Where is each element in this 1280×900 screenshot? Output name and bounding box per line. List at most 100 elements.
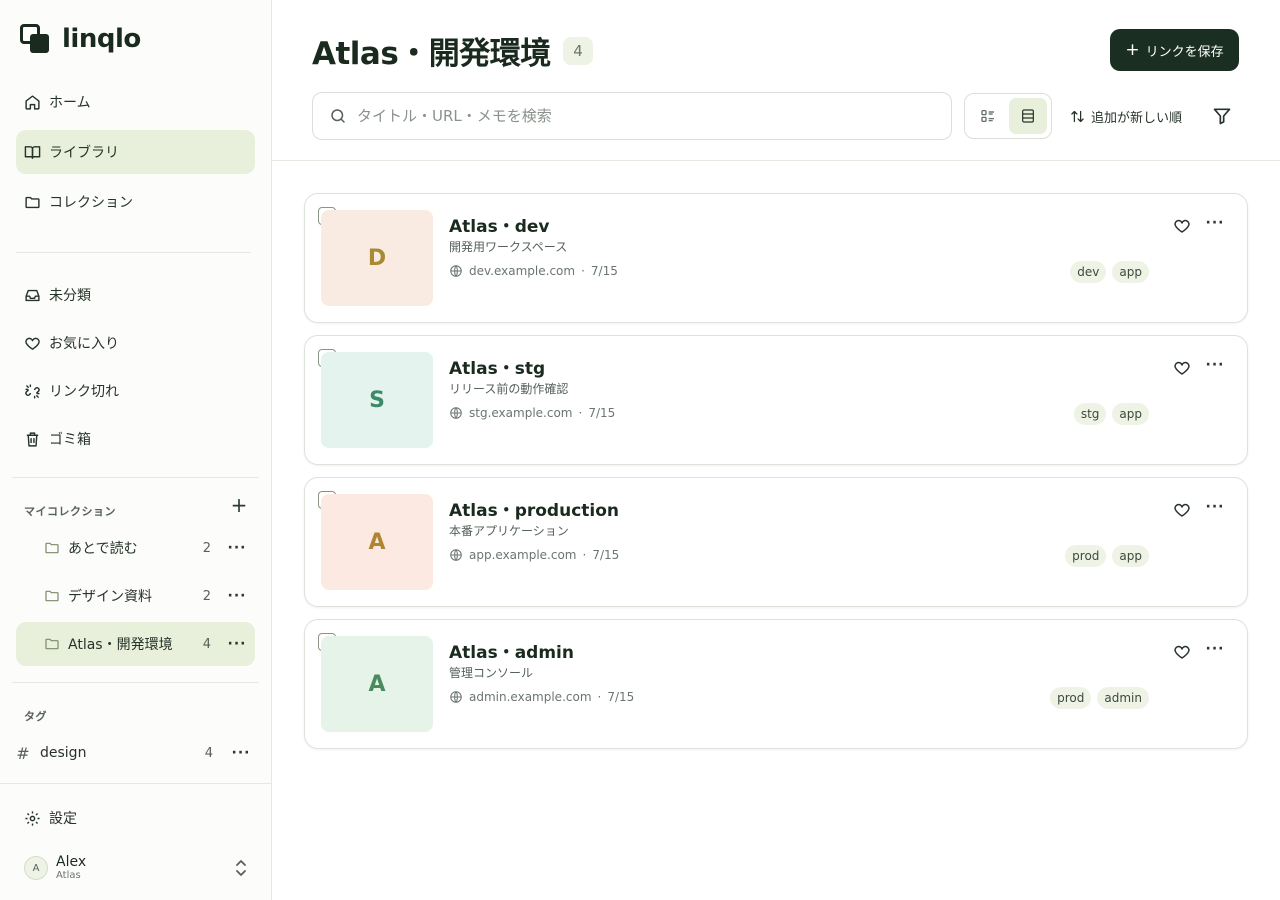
sidebar-item-label: ゴミ箱 [49, 432, 91, 448]
app-logo[interactable]: linqlo [20, 24, 141, 54]
plus-icon: + [1125, 40, 1140, 60]
home-icon [25, 94, 40, 110]
more-icon[interactable]: ··· [1205, 500, 1225, 520]
link-date: 7/15 [590, 264, 618, 278]
tag-chip[interactable]: app [1112, 545, 1149, 567]
sidebar-item-settings[interactable]: 設定 [16, 796, 255, 840]
link-thumbnail: D [321, 210, 433, 306]
tag-item[interactable]: # design 4 ··· [16, 733, 259, 773]
hash-icon: # [16, 743, 30, 763]
tag-chip[interactable]: prod [1065, 545, 1107, 567]
sidebar-item-home[interactable]: ホーム [16, 80, 255, 124]
user-workspace: Atlas [56, 870, 81, 881]
user-name: Alex [56, 854, 87, 870]
sidebar-item-broken-links[interactable]: リンク切れ [16, 369, 255, 413]
link-title[interactable]: Atlas・stg [449, 354, 545, 379]
collection-label: デザイン資料 [68, 589, 152, 605]
more-icon[interactable]: ··· [1205, 358, 1225, 378]
header-divider [272, 160, 1280, 161]
filter-icon[interactable] [1212, 106, 1232, 126]
collection-item[interactable]: あとで読む 2 ··· [16, 526, 255, 570]
collection-more-button[interactable]: ··· [219, 636, 255, 652]
sort-icon [1071, 110, 1084, 122]
tag-chip[interactable]: stg [1073, 403, 1107, 425]
heart-icon[interactable] [1173, 501, 1191, 519]
collection-item[interactable]: デザイン資料 2 ··· [16, 574, 255, 618]
tag-chip[interactable]: dev [1070, 261, 1107, 283]
folder-icon [45, 638, 59, 650]
my-collections-label: マイコレクション [24, 505, 116, 518]
link-card[interactable]: A Atlas・admin 管理コンソール admin.example.com … [304, 619, 1248, 749]
sidebar-item-label: ホーム [49, 95, 91, 111]
collection-more-button[interactable]: ··· [219, 540, 255, 556]
globe-icon [450, 265, 462, 277]
search-icon [331, 109, 345, 123]
link-domain: stg.example.com [469, 406, 573, 420]
collection-more-button[interactable]: ··· [219, 588, 255, 604]
sidebar-item-label: リンク切れ [49, 384, 119, 400]
link-date: 7/15 [592, 548, 620, 562]
list-detail-icon [981, 110, 994, 122]
link-tags: stg app [1073, 403, 1149, 425]
list-view-button[interactable] [1009, 98, 1047, 134]
link-description: 開発用ワークスペース [449, 240, 568, 254]
heart-icon[interactable] [1173, 217, 1191, 235]
tag-more-button[interactable]: ··· [223, 745, 259, 761]
heart-icon[interactable] [1173, 359, 1191, 377]
chevron-updown-icon [236, 860, 246, 876]
logo-mark-icon [20, 24, 50, 54]
compact-view-button[interactable] [969, 98, 1007, 134]
link-thumbnail: A [321, 494, 433, 590]
folder-icon [25, 196, 40, 208]
inbox-icon [25, 289, 40, 301]
sidebar-item-favorites[interactable]: お気に入り [16, 321, 255, 365]
collection-label: Atlas・開発環境 [68, 637, 173, 653]
link-card[interactable]: S Atlas・stg リリース前の動作確認 stg.example.com ·… [304, 335, 1248, 465]
meta-separator: · [582, 548, 587, 562]
link-title[interactable]: Atlas・admin [449, 638, 574, 663]
link-meta: stg.example.com · 7/15 [449, 406, 615, 420]
page-title-text: Atlas・開発環境 [312, 36, 551, 72]
globe-icon [450, 691, 462, 703]
sidebar-item-label: コレクション [49, 195, 133, 211]
sort-button[interactable]: 追加が新しい順 [1070, 103, 1182, 129]
link-meta: dev.example.com · 7/15 [449, 264, 618, 278]
sidebar-divider [12, 682, 259, 683]
search-input[interactable] [357, 107, 951, 125]
save-link-button[interactable]: + リンクを保存 [1110, 29, 1239, 71]
link-description: リリース前の動作確認 [449, 382, 569, 396]
search-box [312, 92, 952, 140]
sidebar-item-trash[interactable]: ゴミ箱 [16, 417, 255, 461]
meta-separator: · [597, 690, 602, 704]
link-tags: prod app [1065, 545, 1149, 567]
tag-chip[interactable]: app [1112, 261, 1149, 283]
link-thumbnail: A [321, 636, 433, 732]
tag-chip[interactable]: admin [1097, 687, 1149, 709]
heart-icon [25, 337, 40, 350]
page-title: Atlas・開発環境 4 [312, 28, 593, 73]
sidebar-divider [16, 252, 251, 253]
link-count-badge: 4 [562, 36, 593, 65]
collection-item-active[interactable]: Atlas・開発環境 4 ··· [16, 622, 255, 666]
more-icon[interactable]: ··· [1205, 216, 1225, 236]
tag-chip[interactable]: prod [1050, 687, 1092, 709]
heart-icon[interactable] [1173, 643, 1191, 661]
more-icon[interactable]: ··· [1205, 642, 1225, 662]
meta-separator: · [581, 264, 585, 278]
sidebar-item-collections[interactable]: コレクション [16, 180, 255, 224]
link-title[interactable]: Atlas・production [449, 496, 619, 521]
rows-icon [1022, 109, 1034, 123]
link-card[interactable]: A Atlas・production 本番アプリケーション app.exampl… [304, 477, 1248, 607]
collection-count: 2 [202, 588, 211, 604]
collection-count: 2 [202, 540, 211, 556]
add-collection-button[interactable]: + [229, 495, 249, 516]
link-card[interactable]: D Atlas・dev 開発用ワークスペース dev.example.com ·… [304, 193, 1248, 323]
user-menu[interactable]: A Alex Atlas [24, 852, 254, 884]
link-title[interactable]: Atlas・dev [449, 212, 549, 237]
sidebar-item-label: 未分類 [49, 288, 91, 304]
app-name: linqlo [62, 24, 141, 54]
sidebar-item-uncategorized[interactable]: 未分類 [16, 273, 255, 317]
sidebar-item-label: お気に入り [49, 336, 119, 352]
tag-chip[interactable]: app [1112, 403, 1149, 425]
sidebar-item-library[interactable]: ライブラリ [16, 130, 255, 174]
